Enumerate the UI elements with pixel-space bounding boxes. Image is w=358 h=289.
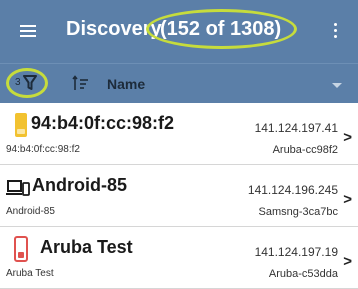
device-name: Aruba Test [40,237,133,257]
device-row[interactable]: 94:b4:0f:cc:98:f2 94:b4:0f:cc:98:f2 141.… [0,103,358,165]
device-name: 94:b4:0f:cc:98:f2 [31,113,175,133]
overflow-menu-icon[interactable] [334,23,338,39]
app-bar: Discovery (152 of 1308) [0,0,358,63]
count-highlight-annotation [146,9,297,49]
device-subtitle: 94:b4:0f:cc:98:f2 [6,144,80,155]
sort-icon[interactable] [72,75,90,91]
laptop-phone-icon [6,180,30,196]
chevron-right-icon: > [343,253,352,270]
device-ip: 141.124.197.41 [254,121,338,135]
chevron-right-icon: > [343,129,352,146]
sort-field-label[interactable]: Name [107,76,145,92]
device-subtitle: Android-85 [6,206,55,217]
device-subtitle: Aruba Test [6,268,54,279]
device-vendor: Aruba-c53dda [268,268,338,280]
device-row[interactable]: Aruba Test Aruba Test 141.124.197.19 Aru… [0,227,358,289]
device-ip: 141.124.196.245 [247,183,338,197]
hamburger-menu-icon[interactable] [20,25,36,37]
filter-highlight-annotation [6,68,48,98]
device-name: Android-85 [32,175,128,195]
caret-down-icon[interactable] [332,83,342,88]
access-point-icon [15,113,27,137]
chevron-right-icon: > [343,191,352,208]
device-ip: 141.124.197.19 [254,245,338,259]
sort-filter-toolbar: 3 Name [0,63,358,103]
access-point-icon [14,236,28,262]
device-list: 94:b4:0f:cc:98:f2 94:b4:0f:cc:98:f2 141.… [0,103,358,289]
device-row[interactable]: Android-85 Android-85 141.124.196.245 Sa… [0,165,358,227]
device-vendor: Aruba-cc98f2 [272,144,338,156]
device-vendor: Samsng-3ca7bc [258,206,339,218]
